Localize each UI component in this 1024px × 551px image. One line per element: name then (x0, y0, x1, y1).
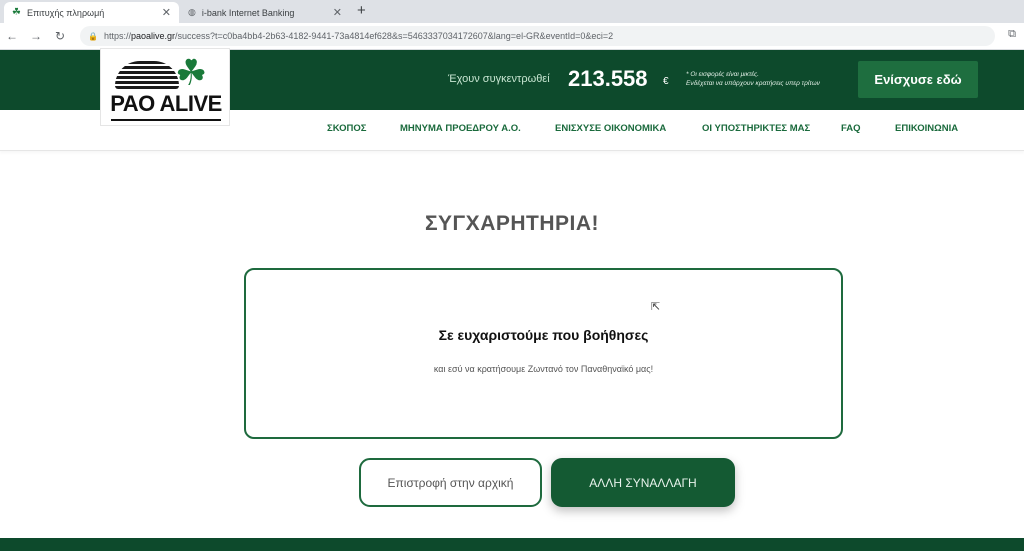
another-transaction-button[interactable]: ΑΛΛΗ ΣΥΝΑΛΛΑΓΗ (551, 458, 735, 507)
site-footer (0, 538, 1024, 551)
tab-title: Επιτυχής πληρωμή (26, 7, 105, 18)
nav-item-contact[interactable]: ΕΠΙΚΟΙΝΩΝΙΑ (895, 123, 958, 134)
lock-icon: 🔒 (88, 31, 98, 41)
close-tab-icon[interactable]: ✕ (162, 6, 171, 19)
forward-arrow-icon[interactable]: → (24, 29, 48, 43)
page-title: ΣΥΓΧΑΡΗΤΗΡΙΑ! (424, 212, 600, 235)
browser-toolbar: ← → ↻ 🔒 https:// paoalive.gr /success?t=… (0, 23, 1024, 50)
stadium-icon (115, 61, 179, 89)
close-tab-icon[interactable]: ✕ (333, 6, 342, 19)
clover-icon: ☘ (175, 52, 208, 93)
site-logo[interactable]: ☘ PAO ALIVE (100, 48, 230, 126)
currency-symbol: € (663, 76, 669, 87)
address-bar[interactable]: 🔒 https:// paoalive.gr /success?t=c0ba4b… (80, 26, 995, 46)
mouse-cursor-icon: ⇱ (651, 301, 661, 313)
logo-text: PAO ALIVE (110, 91, 222, 116)
nav-item-president-message[interactable]: ΜΗΝΥΜΑ ΠΡΟΕΔΡΟΥ Α.Ο. (400, 123, 521, 134)
thanks-heading: Σε ευχαριστούμε που βοήθησες (438, 327, 649, 343)
support-button[interactable]: Ενίσχυσε εδώ (858, 61, 978, 98)
browser-tab-inactive[interactable]: ◍ i-bank Internet Banking ✕ (180, 2, 350, 23)
browser-tab-active[interactable]: ☘ Επιτυχής πληρωμή ✕ (4, 2, 179, 23)
url-domain: paoalive.gr (130, 31, 176, 41)
nav-item-support-financially[interactable]: ΕΝΙΣΧΥΣΕ ΟΙΚΟΝΟΜΙΚΑ (555, 123, 666, 134)
globe-favicon-icon: ◍ (188, 7, 196, 17)
nav-item-supporters[interactable]: ΟΙ ΥΠΟΣΤΗΡΙΚΤΕΣ ΜΑΣ (702, 123, 810, 134)
contribution-note: * Οι εισφορές είναι μικτές. Ενδέχεται να… (686, 70, 846, 88)
note-line: Ενδέχεται να υπάρχουν κρατήσεις υπερ τρί… (686, 80, 820, 87)
back-home-button[interactable]: Επιστροφή στην αρχική (359, 458, 542, 507)
nav-item-purpose[interactable]: ΣΚΟΠΟΣ (327, 123, 366, 134)
note-line: * Οι εισφορές είναι μικτές. (686, 71, 759, 78)
back-arrow-icon[interactable]: ← (0, 29, 24, 43)
url-prefix: https:// (103, 31, 131, 41)
new-tab-button[interactable]: + (357, 2, 366, 19)
success-card: Σε ευχαριστούμε που βοήθησες και εσύ να … (244, 268, 843, 439)
raised-label: Έχουν συγκεντρωθεί (448, 73, 550, 85)
url-path: /success?t=c0ba4bb4-2b63-4182-9441-73a48… (175, 31, 614, 41)
thanks-subtext: και εσύ να κρατήσουμε Ζωντανό τον Παναθη… (433, 364, 654, 374)
translate-icon[interactable]: ⧉ (1008, 28, 1016, 41)
raised-amount: 213.558 (568, 66, 648, 91)
browser-tab-bar: ☘ Επιτυχής πληρωμή ✕ ◍ i-bank Internet B… (0, 0, 1024, 23)
nav-item-faq[interactable]: FAQ (841, 123, 861, 134)
clover-favicon-icon: ☘ (12, 7, 21, 18)
logo-underline (111, 119, 221, 121)
reload-icon[interactable]: ↻ (48, 29, 72, 43)
tab-title: i-bank Internet Banking (201, 7, 295, 18)
